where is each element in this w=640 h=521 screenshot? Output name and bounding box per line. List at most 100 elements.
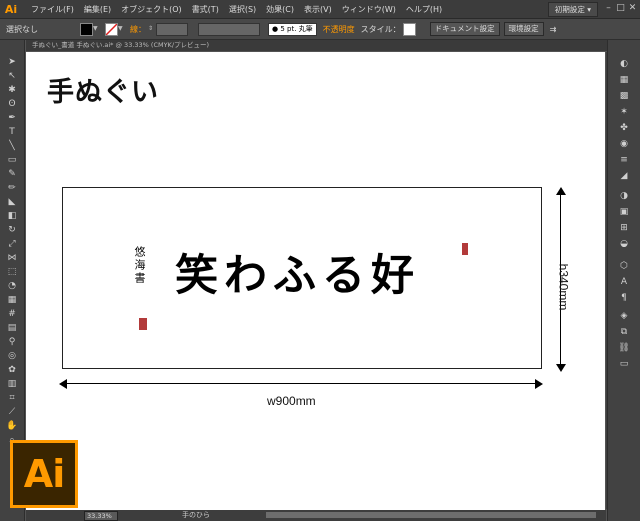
arrow-up-icon [556, 187, 566, 195]
menu-select[interactable]: 選択(S) [224, 4, 261, 15]
swatches-icon[interactable]: ▩ [618, 90, 630, 102]
app-logo: Ai [4, 2, 18, 16]
stroke-panel-icon[interactable]: ≡ [618, 154, 630, 166]
chevron-down-icon[interactable]: ▼ [93, 24, 99, 34]
arrow-down-icon [556, 364, 566, 372]
artboards-icon[interactable]: ⧉ [618, 326, 630, 338]
graphic-style-swatch[interactable] [402, 22, 416, 36]
graphic-styles-icon[interactable]: ◉ [618, 138, 630, 150]
menu-help[interactable]: ヘルプ(H) [401, 4, 447, 15]
stroke-label[interactable]: 線： [130, 24, 146, 35]
fill-color-swatch[interactable] [80, 22, 93, 36]
gradient-panel-icon[interactable]: ◢ [618, 170, 630, 182]
arrange-icon[interactable]: ⇉ [550, 25, 557, 34]
calligraphy-text: 笑わふる好 [175, 251, 420, 301]
character-icon[interactable]: A [618, 276, 630, 288]
brushes-icon[interactable]: ✶ [618, 106, 630, 118]
pathfinder-icon[interactable]: ◒ [618, 238, 630, 250]
align-icon[interactable]: ⊞ [618, 222, 630, 234]
brush-definition[interactable]: ● 5 pt. 丸筆 [268, 22, 317, 36]
zoom-level-field[interactable]: 33.33% [84, 511, 118, 521]
symbol-sprayer-icon[interactable]: ✿ [6, 364, 18, 376]
menu-type[interactable]: 書式(T) [187, 4, 224, 15]
links-icon[interactable]: ⛓ [618, 342, 630, 354]
menu-file[interactable]: ファイル(F) [26, 4, 79, 15]
menu-object[interactable]: オブジェクト(O) [116, 4, 187, 15]
graph-tool-icon[interactable]: ▥ [6, 378, 18, 390]
perspective-grid-icon[interactable]: ▦ [6, 294, 18, 306]
magic-wand-icon[interactable]: ✱ [6, 84, 18, 96]
current-tool-status: 手のひら [182, 511, 210, 519]
illustrator-logo-badge: Ai [10, 440, 78, 508]
tenugui-design-frame[interactable]: 悠海書 笑わふる好 [62, 187, 542, 369]
layers-icon[interactable]: ◈ [618, 310, 630, 322]
width-tool-icon[interactable]: ⋈ [6, 252, 18, 264]
eyedropper-icon[interactable]: ⚲ [6, 336, 18, 348]
document-settings-button[interactable]: ドキュメント設定 [429, 22, 500, 36]
maximize-icon[interactable]: □ [615, 3, 626, 14]
menu-effect[interactable]: 効果(C) [261, 4, 299, 15]
variable-width-profile[interactable] [198, 22, 260, 36]
workspace-switcher[interactable]: 初期設定 ▾ [547, 2, 598, 17]
minimize-icon[interactable]: – [603, 3, 614, 14]
panel-dock: ◐ ▦ ▩ ✶ ✤ ◉ ≡ ◢ ◑ ▣ ⊞ ◒ ⬡ A ¶ ◈ ⧉ ⛓ ▭ [607, 40, 640, 521]
transform-icon[interactable]: ⬡ [618, 260, 630, 272]
selection-status: 選択なし [6, 24, 38, 34]
width-label: w900mm [267, 394, 316, 408]
height-label: h340mm [556, 263, 571, 311]
scale-tool-icon[interactable]: ⤢ [6, 238, 18, 250]
rotate-tool-icon[interactable]: ↻ [6, 224, 18, 236]
no-stroke-icon [106, 23, 117, 35]
arrow-left-icon [59, 379, 67, 389]
document-tab[interactable]: 手ぬぐい_書道 手ぬぐい.ai* @ 33.33% (CMYK/プレビュー) [26, 40, 612, 51]
symbols-icon[interactable]: ✤ [618, 122, 630, 134]
preferences-button[interactable]: 環境設定 [503, 22, 544, 36]
stroke-swatch[interactable]: ▼ [105, 22, 124, 36]
seal-stamp-icon [462, 243, 468, 255]
control-bar: 選択なし ▼ ▼ 線： ⇕ ● 5 pt. 丸筆 不透明度 スタイル： ドキュメ… [0, 19, 640, 40]
style-label: スタイル： [360, 24, 401, 34]
appearance-icon[interactable]: ▣ [618, 206, 630, 218]
paragraph-icon[interactable]: ¶ [618, 292, 630, 304]
menu-view[interactable]: 表示(V) [299, 4, 337, 15]
transparency-icon[interactable]: ◑ [618, 190, 630, 202]
menu-edit[interactable]: 編集(E) [79, 4, 116, 15]
arrow-right-icon [535, 379, 543, 389]
stroke-weight-input[interactable] [156, 22, 188, 36]
pen-tool-icon[interactable]: ✒ [6, 112, 18, 124]
blend-tool-icon[interactable]: ◎ [6, 350, 18, 362]
color-guide-icon[interactable]: ▦ [618, 74, 630, 86]
mesh-tool-icon[interactable]: # [6, 308, 18, 320]
gradient-tool-icon[interactable]: ▤ [6, 322, 18, 334]
seal-stamp-icon [139, 318, 147, 330]
calligrapher-signature: 悠海書 [133, 246, 146, 285]
artboard[interactable]: 手ぬぐい 悠海書 笑わふる好 w900mm h340mm [26, 52, 605, 510]
line-tool-icon[interactable]: ╲ [6, 140, 18, 152]
menu-window[interactable]: ウィンドウ(W) [337, 4, 401, 15]
paintbrush-tool-icon[interactable]: ✎ [6, 168, 18, 180]
blob-brush-icon[interactable]: ◣ [6, 196, 18, 208]
stepper-icon[interactable]: ⇕ [148, 24, 154, 34]
horizontal-scrollbar[interactable] [266, 512, 596, 518]
eraser-tool-icon[interactable]: ◧ [6, 210, 18, 222]
pencil-tool-icon[interactable]: ✏ [6, 182, 18, 194]
shape-builder-icon[interactable]: ◔ [6, 280, 18, 292]
selection-tool-icon[interactable]: ➤ [6, 56, 18, 68]
rectangle-tool-icon[interactable]: ▭ [6, 154, 18, 166]
opacity-label[interactable]: 不透明度 [323, 24, 355, 35]
stroke-color-swatch[interactable] [105, 22, 118, 36]
direct-selection-tool-icon[interactable]: ↖ [6, 70, 18, 82]
navigator-icon[interactable]: ▭ [618, 358, 630, 370]
color-panel-icon[interactable]: ◐ [618, 58, 630, 70]
stroke-weight-stepper[interactable]: ⇕ [148, 24, 154, 34]
close-icon[interactable]: ✕ [627, 3, 638, 14]
fill-swatch[interactable]: ▼ [80, 22, 99, 36]
hand-tool-icon[interactable]: ✋ [6, 420, 18, 432]
chevron-down-icon[interactable]: ▼ [118, 24, 124, 34]
artboard-tool-icon[interactable]: ⌗ [6, 392, 18, 404]
lasso-tool-icon[interactable]: ʘ [6, 98, 18, 110]
slice-tool-icon[interactable]: ⟋ [6, 406, 18, 418]
free-transform-icon[interactable]: ⬚ [6, 266, 18, 278]
type-tool-icon[interactable]: T [6, 126, 18, 138]
menu-bar: Ai ファイル(F) 編集(E) オブジェクト(O) 書式(T) 選択(S) 効… [0, 0, 640, 19]
